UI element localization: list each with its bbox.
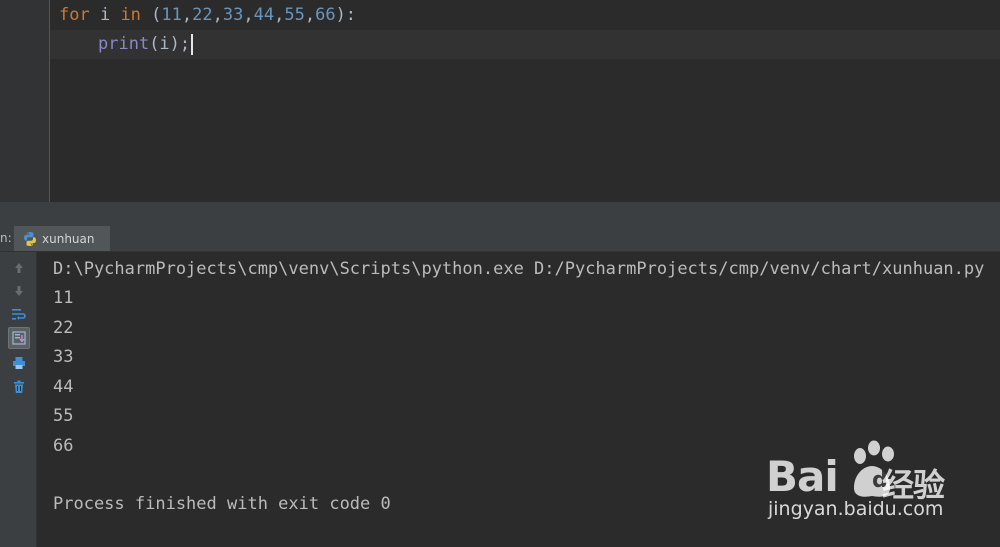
watermark-url: jingyan.baidu.com	[768, 498, 944, 520]
tab-label: xunhuan	[42, 231, 95, 246]
tuple-open: (	[140, 5, 162, 25]
print-icon[interactable]	[8, 352, 30, 374]
code-line-1[interactable]: for i in (11,22,33,44,55,66):	[50, 1, 356, 30]
down-arrow-icon[interactable]	[8, 280, 30, 302]
tuple-number: 44	[253, 5, 275, 25]
soft-wrap-icon[interactable]	[8, 303, 30, 325]
console-line: 55	[53, 406, 74, 426]
loop-variable: i	[89, 5, 121, 25]
pycharm-window: for i in (11,22,33,44,55,66): print(i); …	[0, 0, 1000, 547]
tuple-number: 33	[222, 5, 244, 25]
keyword-for: for	[59, 5, 90, 25]
editor-gutter	[0, 0, 50, 202]
tuple-number: 11	[161, 5, 182, 25]
run-toolbar	[0, 252, 37, 547]
trash-icon[interactable]	[8, 376, 30, 398]
watermark-logo-text: Bai	[766, 452, 839, 501]
code-line-2[interactable]: print(i);	[50, 30, 1000, 59]
tab-bar-prefix: n:	[0, 231, 12, 245]
console-line: 44	[53, 377, 74, 397]
tuple-number: 22	[192, 5, 213, 25]
tuple-number: 66	[315, 5, 336, 25]
run-tab-xunhuan[interactable]: xunhuan	[14, 226, 110, 251]
keyword-in: in	[120, 5, 141, 25]
console-line: 33	[53, 347, 74, 367]
up-arrow-icon[interactable]	[8, 257, 30, 279]
text-caret	[191, 33, 194, 55]
console-line: 22	[53, 318, 74, 338]
tuple-number: 55	[284, 5, 305, 25]
run-tab-bar: n: xunhuan	[0, 226, 1000, 252]
baidu-jingyan-watermark: Bai du 经验 jingyan.baidu.com	[760, 440, 960, 530]
scroll-to-end-icon[interactable]	[8, 327, 30, 349]
python-icon	[24, 231, 36, 246]
console-line: 11	[53, 288, 74, 308]
console-line: 66	[53, 436, 74, 456]
builtin-print: print	[98, 34, 150, 54]
tuple-close: ):	[335, 5, 357, 25]
console-exit-line: Process finished with exit code 0	[53, 494, 391, 514]
panel-splitter[interactable]	[0, 202, 1000, 226]
code-editor[interactable]: for i in (11,22,33,44,55,66): print(i);	[0, 0, 1000, 202]
console-command-line: D:\PycharmProjects\cmp\venv\Scripts\pyth…	[53, 259, 985, 279]
print-args: (i);	[149, 34, 191, 54]
